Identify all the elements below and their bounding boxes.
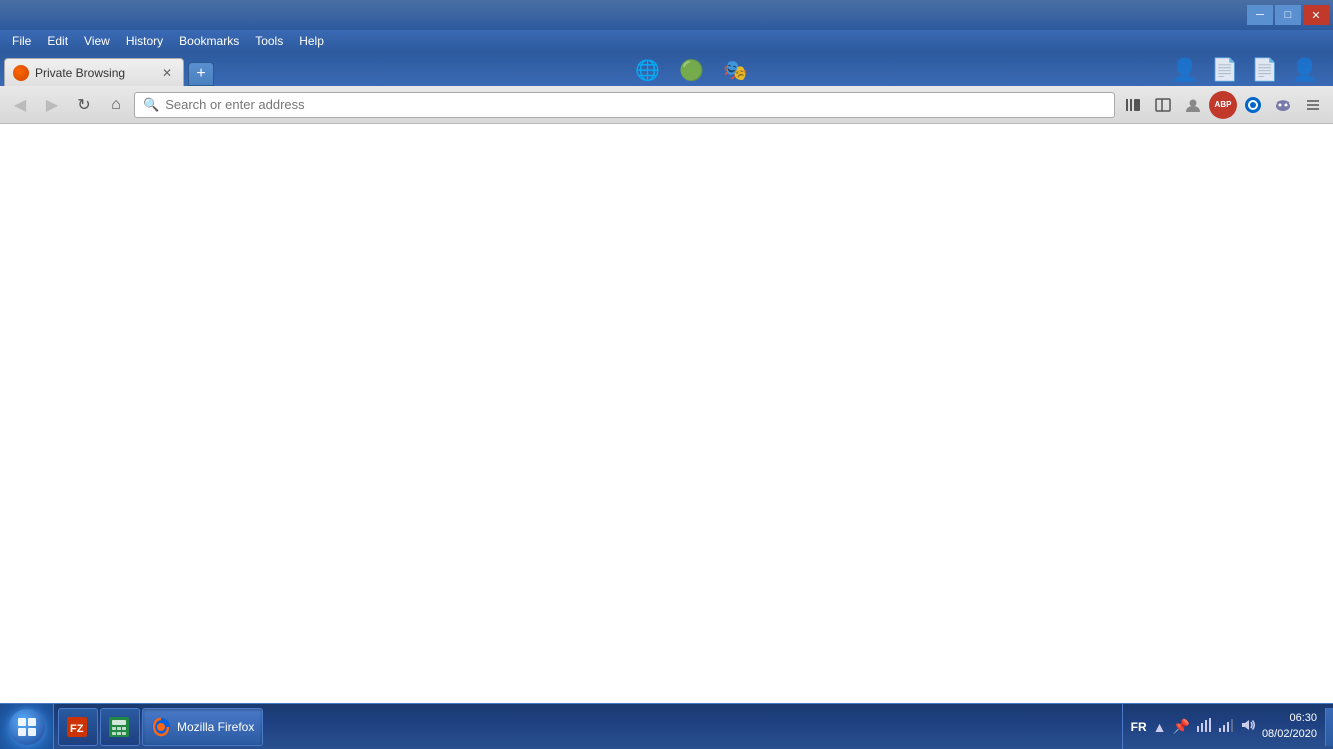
firefox-account-button[interactable]	[1239, 91, 1267, 119]
show-desktop-button[interactable]	[1325, 708, 1333, 746]
start-orb	[9, 709, 45, 745]
svg-text:FZ: FZ	[70, 723, 84, 735]
adblock-button[interactable]: ABP	[1209, 91, 1237, 119]
title-bar-controls: ─ □ ✕	[1247, 5, 1329, 25]
forward-button[interactable]: ▶	[38, 91, 66, 119]
firefox-app-label: Mozilla Firefox	[177, 720, 254, 734]
win-icon-1[interactable]: 👤	[1169, 54, 1201, 86]
sidebar-button[interactable]	[1149, 91, 1177, 119]
library-button[interactable]	[1119, 91, 1147, 119]
menu-bar: File Edit View History Bookmarks Tools H…	[0, 30, 1333, 52]
taskbar-app-filezilla[interactable]: FZ	[58, 708, 98, 746]
home-button[interactable]: ⌂	[102, 91, 130, 119]
pocket-button[interactable]	[1179, 91, 1207, 119]
clock-time: 06:30	[1262, 711, 1317, 726]
menu-item-edit[interactable]: Edit	[39, 32, 76, 50]
firefox-icon	[151, 717, 171, 737]
tab-bar-window-icons: 👤 📄 📄 👤	[1169, 54, 1329, 86]
win-icon-4[interactable]: 👤	[1289, 54, 1321, 86]
nav-toolbar-icons: ABP	[1119, 91, 1327, 119]
menu-item-history[interactable]: History	[118, 32, 171, 50]
tab-bar: Private Browsing ✕ + 🌐 🟢 🎭 👤 📄 📄 👤	[0, 52, 1333, 86]
language-indicator[interactable]: FR	[1131, 720, 1147, 734]
menu-item-bookmarks[interactable]: Bookmarks	[171, 32, 247, 50]
reload-button[interactable]: ↻	[70, 91, 98, 119]
tray-expand-icon[interactable]: ▲	[1153, 719, 1167, 735]
menu-item-tools[interactable]: Tools	[247, 32, 291, 50]
abp-label: ABP	[1215, 100, 1232, 109]
calculator-icon	[109, 717, 129, 737]
tab-favicon	[13, 65, 29, 81]
search-icon: 🔍	[143, 97, 159, 113]
menu-item-view[interactable]: View	[76, 32, 118, 50]
menu-item-help[interactable]: Help	[291, 32, 332, 50]
taskbar-apps: FZ	[54, 704, 267, 749]
win-icon-2[interactable]: 📄	[1209, 54, 1241, 86]
taskbar: FZ	[0, 703, 1333, 749]
clock-date: 08/02/2020	[1262, 727, 1317, 742]
tray-pin-icon[interactable]: 📌	[1173, 718, 1190, 735]
close-button[interactable]: ✕	[1303, 5, 1329, 25]
taskbar-app-firefox[interactable]: Mozilla Firefox	[142, 708, 263, 746]
active-tab[interactable]: Private Browsing ✕	[4, 58, 184, 86]
title-bar: ─ □ ✕	[0, 0, 1333, 30]
nav-bar: ◀ ▶ ↻ ⌂ 🔍	[0, 86, 1333, 124]
win-icon-3[interactable]: 📄	[1249, 54, 1281, 86]
bookmark-icon-2[interactable]: 🟢	[676, 54, 708, 86]
bookmark-icon-3[interactable]: 🎭	[720, 54, 752, 86]
taskbar-app-calculator[interactable]	[100, 708, 140, 746]
tray-signal-icon[interactable]	[1218, 718, 1234, 735]
private-browsing-button[interactable]	[1269, 91, 1297, 119]
start-button[interactable]	[0, 704, 54, 749]
back-button[interactable]: ◀	[6, 91, 34, 119]
menu-item-file[interactable]: File	[4, 32, 39, 50]
menu-button[interactable]	[1299, 91, 1327, 119]
tray-speaker-icon[interactable]	[1240, 718, 1256, 735]
address-bar[interactable]: 🔍	[134, 92, 1115, 118]
tab-close-button[interactable]: ✕	[159, 65, 175, 81]
bookmark-icon-1[interactable]: 🌐	[632, 54, 664, 86]
system-clock[interactable]: 06:30 08/02/2020	[1262, 711, 1317, 742]
taskbar-tray: FR ▲ 📌	[1122, 704, 1325, 749]
maximize-button[interactable]: □	[1275, 5, 1301, 25]
tab-title: Private Browsing	[35, 66, 153, 80]
minimize-button[interactable]: ─	[1247, 5, 1273, 25]
filezilla-icon: FZ	[67, 717, 87, 737]
tray-network-icon[interactable]	[1196, 718, 1212, 735]
new-tab-button[interactable]: +	[188, 62, 214, 86]
bookmarks-toolbar: 🌐 🟢 🎭	[214, 54, 1169, 86]
main-content	[0, 124, 1333, 703]
search-input[interactable]	[165, 97, 1106, 112]
